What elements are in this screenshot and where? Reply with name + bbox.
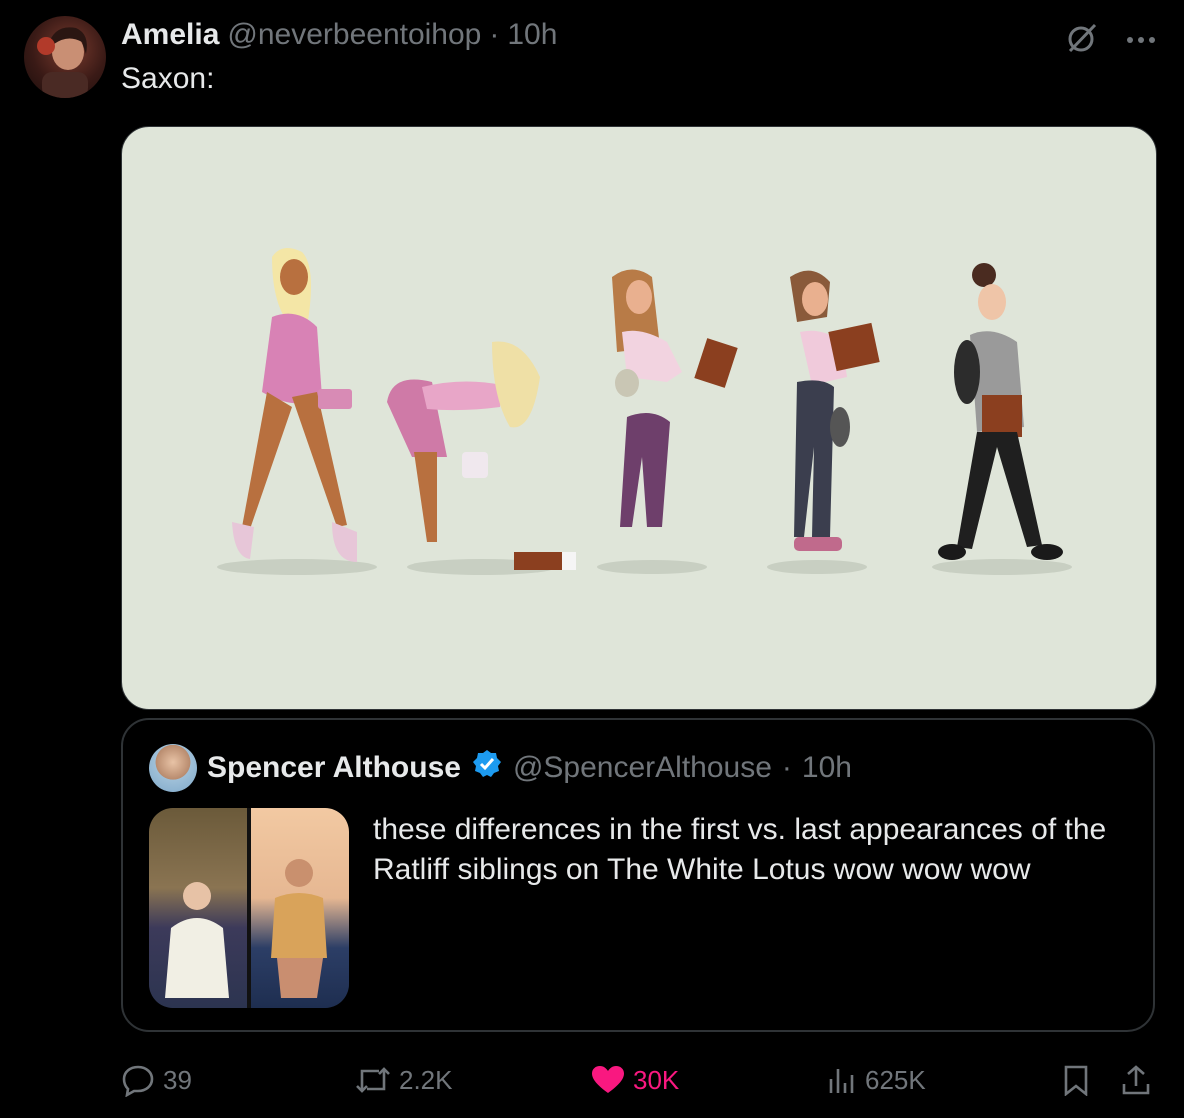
separator-dot: ·	[489, 18, 500, 51]
quoted-tweet-card[interactable]: Spencer Althouse @SpencerAlthouse · 10h	[121, 718, 1155, 1032]
tweet-header: Amelia @neverbeentoihop · 10h	[121, 18, 557, 58]
reply-icon	[121, 1063, 155, 1097]
more-icon[interactable]	[1126, 32, 1156, 50]
repost-button[interactable]: 2.2K	[355, 1058, 453, 1102]
illustration-figure-1	[232, 248, 357, 562]
reply-count: 39	[163, 1064, 192, 1095]
share-button[interactable]	[1121, 1058, 1151, 1102]
quoted-author-avatar[interactable]	[149, 744, 197, 792]
verified-badge-icon	[471, 748, 503, 788]
views-count: 625K	[865, 1064, 926, 1095]
author-name[interactable]: Amelia	[121, 18, 219, 52]
bookmark-icon	[1063, 1064, 1089, 1096]
share-icon	[1121, 1064, 1151, 1096]
illustration-figure-4	[790, 270, 880, 551]
quoted-tweet-text: these differences in the first vs. last …	[373, 813, 1107, 886]
thumbnail-right-image	[251, 808, 349, 1008]
tweet-actions-bar: 39 2.2K 30K 625K	[121, 1058, 1161, 1102]
author-handle[interactable]: @neverbeentoihop	[227, 18, 481, 52]
quoted-tweet-header: Spencer Althouse @SpencerAlthouse · 10h	[149, 744, 852, 792]
tweet-top-actions	[1064, 20, 1156, 61]
quoted-author-handle[interactable]: @SpencerAlthouse	[513, 751, 772, 785]
like-count: 30K	[633, 1064, 680, 1095]
bookmark-button[interactable]	[1063, 1058, 1089, 1102]
tweet-time[interactable]: 10h	[507, 18, 557, 52]
repost-count: 2.2K	[399, 1064, 453, 1095]
quoted-author-name[interactable]: Spencer Althouse	[207, 751, 461, 785]
like-button[interactable]: 30K	[591, 1058, 679, 1102]
reply-button[interactable]: 39	[121, 1058, 192, 1102]
grok-icon[interactable]	[1064, 20, 1100, 61]
thumbnail-left-image	[149, 808, 247, 1008]
tweet-text: Saxon:	[121, 62, 215, 95]
author-avatar[interactable]	[24, 16, 106, 98]
repost-icon	[355, 1065, 391, 1095]
views-button[interactable]: 625K	[827, 1058, 926, 1102]
quoted-tweet-time[interactable]: 10h	[802, 751, 852, 785]
illustration-figure-3	[612, 269, 738, 527]
heart-icon	[591, 1065, 625, 1095]
tweet-image[interactable]	[121, 126, 1157, 710]
views-icon	[827, 1065, 857, 1095]
quoted-separator-dot: ·	[781, 751, 792, 784]
illustration-figure-5	[938, 263, 1063, 560]
quoted-tweet-thumbnail[interactable]	[149, 808, 349, 1008]
illustration-figure-2	[387, 341, 576, 570]
